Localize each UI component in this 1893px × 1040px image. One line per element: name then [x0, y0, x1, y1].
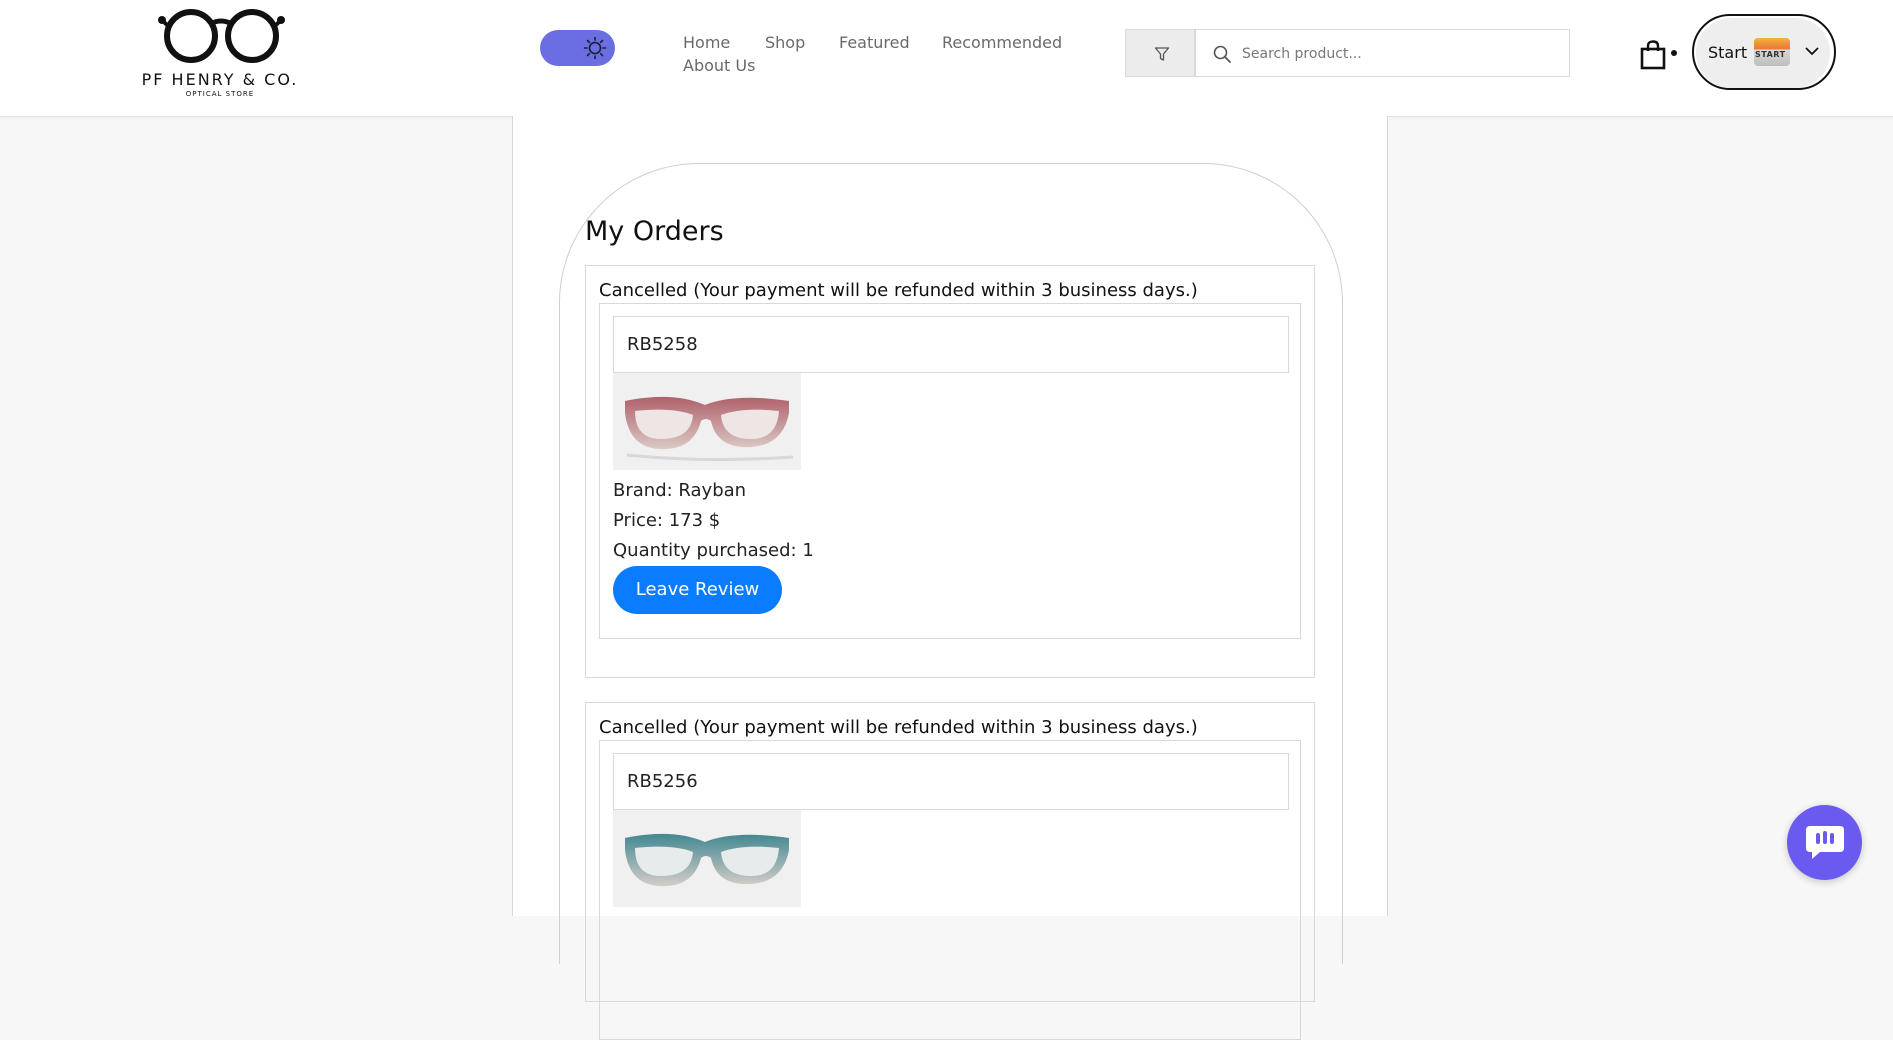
chat-icon — [1806, 826, 1844, 859]
order-item: RB5258 Brand: Rayban Price: 173 $ Quanti… — [599, 303, 1301, 639]
avatar-text: START — [1755, 50, 1786, 59]
brand-logo[interactable]: PF HENRY & CO. OPTICAL STORE — [140, 4, 300, 100]
filter-icon — [1154, 47, 1170, 61]
search-box — [1195, 29, 1570, 77]
chevron-down-icon — [1805, 47, 1819, 56]
item-name-box: RB5258 — [613, 316, 1289, 373]
item-price: Price: 173 $ — [613, 510, 721, 531]
nav-link-featured[interactable]: Featured — [839, 33, 910, 52]
glasses-image — [625, 833, 789, 887]
top-navbar: PF HENRY & CO. OPTICAL STORE Home Shop F… — [0, 0, 1893, 118]
order-card: Cancelled (Your payment will be refunded… — [585, 702, 1315, 1040]
search-icon — [1213, 45, 1231, 63]
theme-toggle[interactable] — [540, 30, 615, 66]
user-menu-button[interactable]: Start START — [1692, 14, 1836, 90]
filter-button[interactable] — [1125, 29, 1195, 77]
nav-link-recommended[interactable]: Recommended — [942, 33, 1062, 52]
nav-link-about-us[interactable]: About Us — [683, 56, 755, 75]
user-avatar: START — [1754, 38, 1790, 66]
order-status: Cancelled (Your payment will be refunded… — [599, 717, 1198, 738]
order-status: Cancelled (Your payment will be refunded… — [599, 280, 1198, 301]
glasses-image — [625, 396, 794, 462]
item-name: RB5256 — [627, 771, 698, 792]
page-title: My Orders — [585, 216, 724, 247]
cart-button[interactable] — [1640, 40, 1680, 74]
user-name-label: Start — [1708, 43, 1748, 62]
item-name: RB5258 — [627, 334, 698, 355]
cart-badge-dot — [1671, 50, 1677, 56]
order-item: RB5256 — [599, 740, 1301, 1040]
item-quantity: Quantity purchased: 1 — [613, 540, 814, 561]
glasses-logo-icon — [158, 9, 285, 63]
search-input[interactable] — [1240, 31, 1564, 77]
main-content: My Orders Cancelled (Your payment will b… — [512, 116, 1388, 1040]
sun-icon — [583, 36, 607, 60]
brand-tagline: OPTICAL STORE — [185, 90, 255, 98]
shopping-bag-icon — [1640, 40, 1666, 70]
nav-link-shop[interactable]: Shop — [765, 33, 805, 52]
item-brand: Brand: Rayban — [613, 480, 747, 501]
chat-support-button[interactable] — [1787, 805, 1862, 880]
item-name-box: RB5256 — [613, 753, 1289, 810]
product-image[interactable] — [613, 373, 801, 470]
leave-review-button[interactable]: Leave Review — [613, 566, 782, 614]
product-image[interactable] — [613, 810, 801, 907]
nav-link-home[interactable]: Home — [683, 33, 730, 52]
order-card: Cancelled (Your payment will be refunded… — [585, 265, 1315, 678]
brand-name: PF HENRY & CO. — [141, 70, 299, 89]
